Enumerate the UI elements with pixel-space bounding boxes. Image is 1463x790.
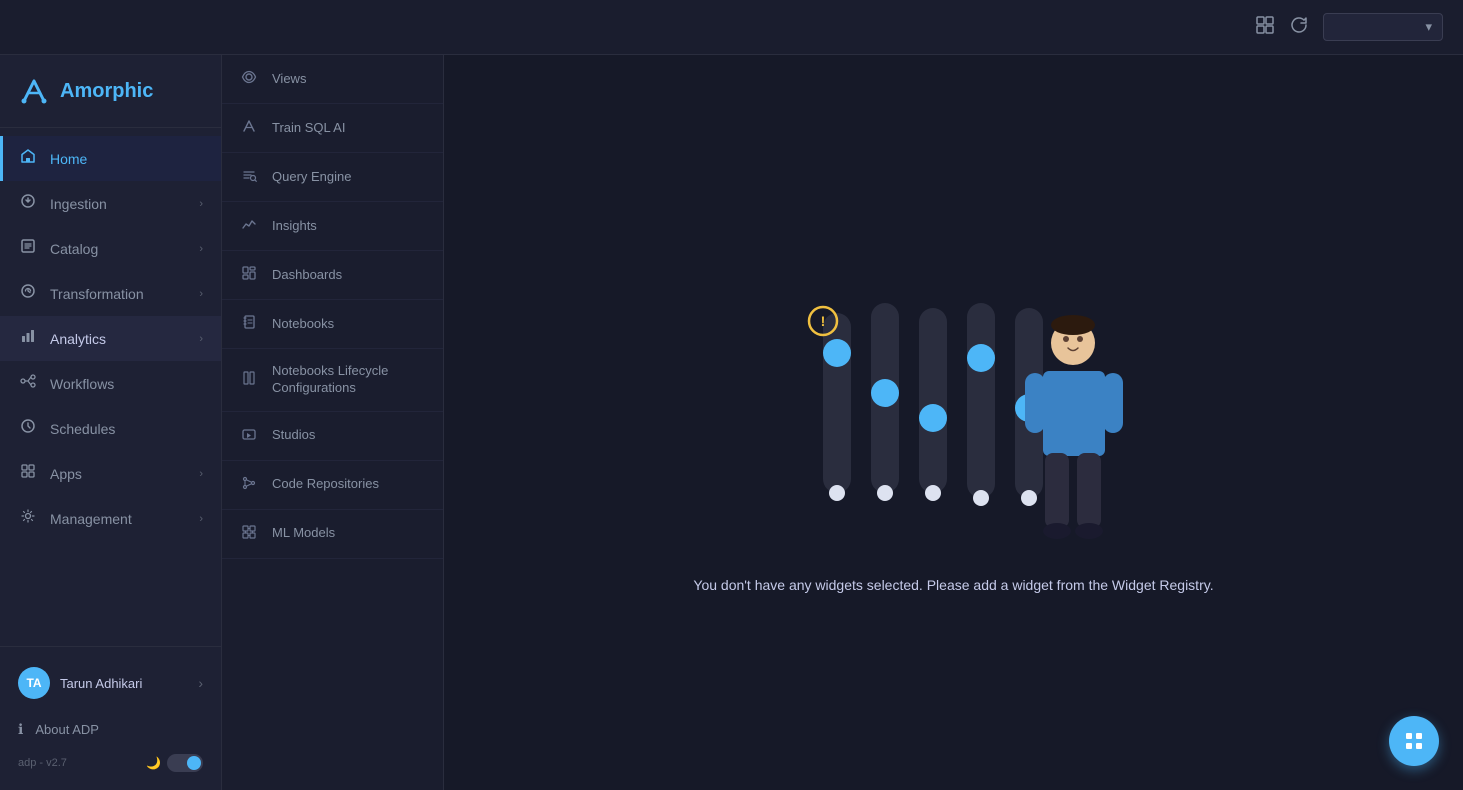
apps-icon — [18, 463, 38, 484]
catalog-label: Catalog — [50, 241, 187, 257]
catalog-chevron: › — [199, 243, 203, 255]
sidebar: Amorphic Home — [0, 55, 222, 790]
transformation-label: Transformation — [50, 286, 187, 302]
topbar-icons: ▾ — [1255, 13, 1443, 41]
sub-nav-notebooks[interactable]: Notebooks — [222, 300, 443, 349]
train-sql-ai-icon — [238, 118, 260, 138]
sub-nav-dashboards[interactable]: Dashboards — [222, 251, 443, 300]
notebooks-icon — [238, 314, 260, 334]
sub-nav-code-repositories[interactable]: Code Repositories — [222, 461, 443, 510]
sub-nav-train-sql-ai[interactable]: Train SQL AI — [222, 104, 443, 153]
home-icon — [18, 148, 38, 169]
content-area: ! — [444, 55, 1463, 790]
lifecycle-icon — [238, 370, 260, 390]
ml-models-label: ML Models — [272, 525, 335, 542]
about-adp[interactable]: ℹ About ADP — [0, 711, 221, 748]
analytics-label: Analytics — [50, 331, 187, 347]
svg-text:!: ! — [821, 313, 826, 329]
studios-label: Studios — [272, 427, 315, 444]
ingestion-chevron: › — [199, 198, 203, 210]
user-chevron: › — [198, 675, 203, 691]
widget-illustration: ! — [693, 253, 1213, 593]
sidebar-item-home[interactable]: Home — [0, 136, 221, 181]
sidebar-item-workflows[interactable]: Workflows — [0, 361, 221, 406]
topbar: ▾ — [0, 0, 1463, 55]
sidebar-item-ingestion[interactable]: Ingestion › — [0, 181, 221, 226]
studios-icon — [238, 426, 260, 446]
sub-nav-ml-models[interactable]: ML Models — [222, 510, 443, 559]
management-label: Management — [50, 511, 187, 527]
sidebar-logo: Amorphic — [0, 55, 221, 128]
transformation-icon — [18, 283, 38, 304]
apps-chevron: › — [199, 468, 203, 480]
fab-button[interactable] — [1389, 716, 1439, 766]
sidebar-item-schedules[interactable]: Schedules — [0, 406, 221, 451]
management-icon — [18, 508, 38, 529]
sub-nav-views[interactable]: Views — [222, 55, 443, 104]
moon-icon: 🌙 — [146, 756, 161, 770]
about-label: About ADP — [35, 722, 99, 737]
dropdown-chevron: ▾ — [1425, 19, 1432, 35]
schedules-icon — [18, 418, 38, 439]
sidebar-item-apps[interactable]: Apps › — [0, 451, 221, 496]
user-name: Tarun Adhikari — [60, 676, 188, 691]
sub-sidebar: Views Train SQL AI Query Engine — [222, 55, 444, 790]
sidebar-nav: Home Ingestion › — [0, 128, 221, 646]
sidebar-item-catalog[interactable]: Catalog › — [0, 226, 221, 271]
code-repositories-label: Code Repositories — [272, 476, 379, 493]
fab-icon — [1402, 729, 1426, 753]
sidebar-item-transformation[interactable]: Transformation › — [0, 271, 221, 316]
illustration-svg: ! — [763, 253, 1143, 553]
sub-nav-query-engine[interactable]: Query Engine — [222, 153, 443, 202]
code-repositories-icon — [238, 475, 260, 495]
home-label: Home — [50, 151, 203, 167]
catalog-icon — [18, 238, 38, 259]
dashboards-icon — [238, 265, 260, 285]
sidebar-item-analytics[interactable]: Analytics › — [0, 316, 221, 361]
sidebar-bottom: TA Tarun Adhikari › ℹ About ADP adp - v2… — [0, 646, 221, 790]
info-icon: ℹ — [18, 721, 23, 738]
ingestion-label: Ingestion — [50, 196, 187, 212]
analytics-chevron: › — [199, 333, 203, 345]
train-sql-ai-label: Train SQL AI — [272, 120, 345, 137]
toggle-track[interactable] — [167, 754, 203, 772]
topbar-dropdown[interactable]: ▾ — [1323, 13, 1443, 41]
sub-nav-notebooks-lifecycle[interactable]: Notebooks Lifecycle Configurations — [222, 349, 443, 412]
amorphic-logo-icon — [16, 73, 52, 109]
schedules-label: Schedules — [50, 421, 203, 437]
toggle-thumb — [187, 756, 201, 770]
layout-icon[interactable] — [1255, 15, 1275, 40]
user-avatar: TA — [18, 667, 50, 699]
ml-models-icon — [238, 524, 260, 544]
apps-label: Apps — [50, 466, 187, 482]
version-text: adp - v2.7 — [18, 757, 67, 769]
workflows-label: Workflows — [50, 376, 203, 392]
main-layout: Amorphic Home — [0, 55, 1463, 790]
refresh-icon[interactable] — [1289, 15, 1309, 40]
sidebar-item-management[interactable]: Management › — [0, 496, 221, 541]
sub-nav-studios[interactable]: Studios — [222, 412, 443, 461]
transformation-chevron: › — [199, 288, 203, 300]
query-engine-label: Query Engine — [272, 169, 352, 186]
notebooks-lifecycle-label: Notebooks Lifecycle Configurations — [272, 363, 427, 397]
insights-label: Insights — [272, 218, 317, 235]
empty-message: You don't have any widgets selected. Ple… — [693, 577, 1213, 593]
dashboards-label: Dashboards — [272, 267, 342, 284]
analytics-icon — [18, 328, 38, 349]
query-engine-icon — [238, 167, 260, 187]
workflows-icon — [18, 373, 38, 394]
notebooks-label: Notebooks — [272, 316, 334, 333]
theme-toggle[interactable]: 🌙 — [146, 754, 203, 772]
insights-icon — [238, 216, 260, 236]
views-label: Views — [272, 71, 306, 88]
sub-nav-insights[interactable]: Insights — [222, 202, 443, 251]
user-section[interactable]: TA Tarun Adhikari › — [0, 655, 221, 711]
ingestion-icon — [18, 193, 38, 214]
management-chevron: › — [199, 513, 203, 525]
views-icon — [238, 69, 260, 89]
app-name: Amorphic — [60, 80, 153, 103]
